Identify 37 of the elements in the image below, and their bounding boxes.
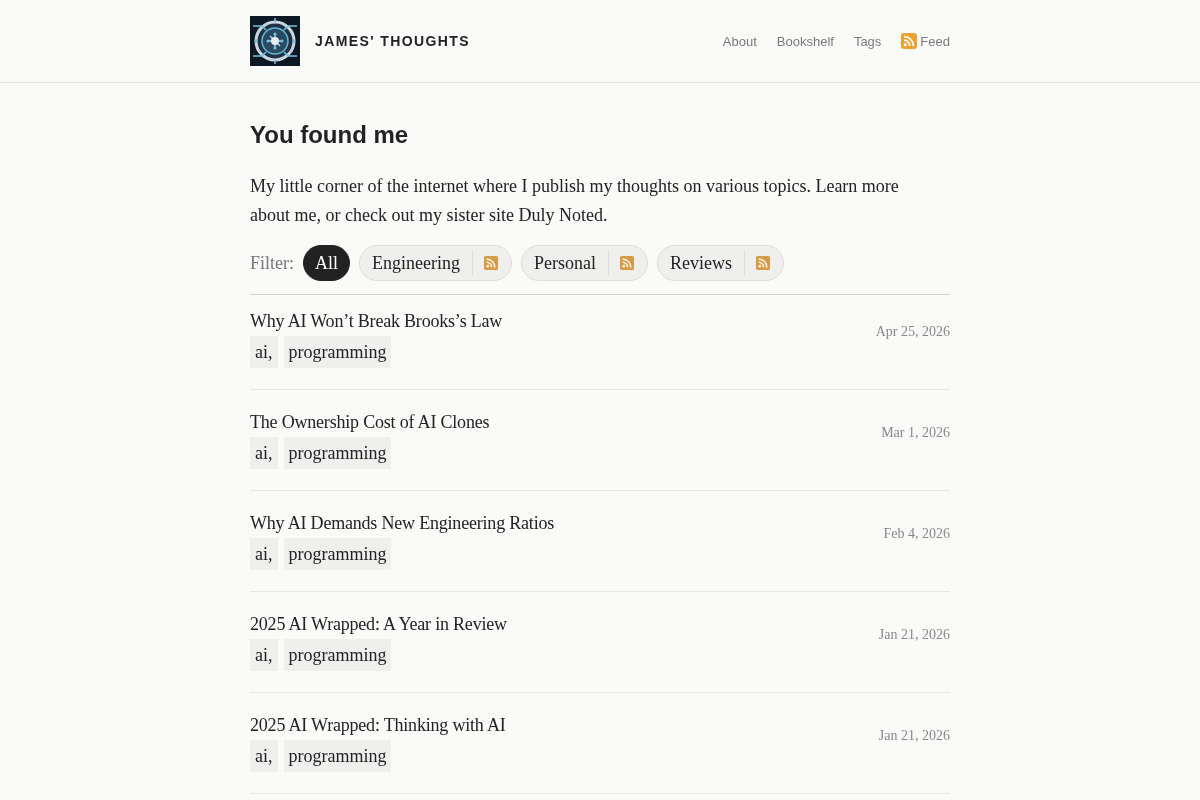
rss-icon[interactable]: [484, 256, 498, 270]
post-date: Feb 4, 2026: [883, 525, 950, 543]
rss-icon[interactable]: [620, 256, 634, 270]
tag-link[interactable]: ai,: [250, 336, 278, 368]
feed-link[interactable]: Feed: [901, 33, 950, 49]
filter-pill[interactable]: All: [303, 245, 350, 281]
tag-link[interactable]: programming: [283, 740, 392, 772]
tag-link[interactable]: ai,: [250, 437, 278, 469]
nav-link[interactable]: Bookshelf: [776, 33, 834, 49]
post-date: Jan 21, 2026: [878, 626, 950, 644]
intro-paragraph: My little corner of the internet where I publish my thoughts on various topics. Learn more about me, or check out my sister site Duly Noted.: [250, 175, 900, 227]
post-title-link[interactable]: 2025 AI Wrapped: A Year in Review: [250, 612, 507, 636]
filter-pill[interactable]: Personal: [521, 245, 648, 281]
tag-link[interactable]: programming: [283, 437, 392, 469]
rss-icon[interactable]: [756, 256, 770, 270]
post-date: Apr 25, 2026: [875, 323, 950, 341]
tag-link[interactable]: ai,: [250, 740, 278, 772]
tag-link[interactable]: programming: [283, 336, 392, 368]
post-title-link[interactable]: 2025 AI Wrapped: Thinking with AI: [250, 713, 506, 737]
tag-link[interactable]: ai,: [250, 538, 278, 570]
filter-pill[interactable]: Engineering: [359, 245, 512, 281]
nav-link[interactable]: About: [722, 33, 757, 49]
tag-link[interactable]: programming: [283, 639, 392, 671]
filter-label: Filter:: [250, 252, 294, 274]
post-date: Jan 21, 2026: [878, 727, 950, 745]
page-heading: You found me: [250, 121, 410, 149]
post-date: Mar 1, 2026: [881, 424, 950, 442]
rss-icon: [901, 33, 918, 49]
tag-link[interactable]: programming: [283, 538, 392, 570]
post-title-link[interactable]: The Ownership Cost of AI Clones: [250, 410, 490, 434]
nav-link[interactable]: Tags: [853, 33, 882, 49]
post-title-link[interactable]: Why AI Won’t Break Brooks’s Law: [250, 309, 503, 333]
post-title-link[interactable]: Why AI Demands New Engineering Ratios: [250, 511, 555, 535]
filter-pill[interactable]: Reviews: [657, 245, 784, 281]
site-title[interactable]: JAMES' THOUGHTS: [315, 33, 470, 49]
circuit-logo-icon[interactable]: [250, 16, 300, 66]
tag-link[interactable]: ai,: [250, 639, 278, 671]
